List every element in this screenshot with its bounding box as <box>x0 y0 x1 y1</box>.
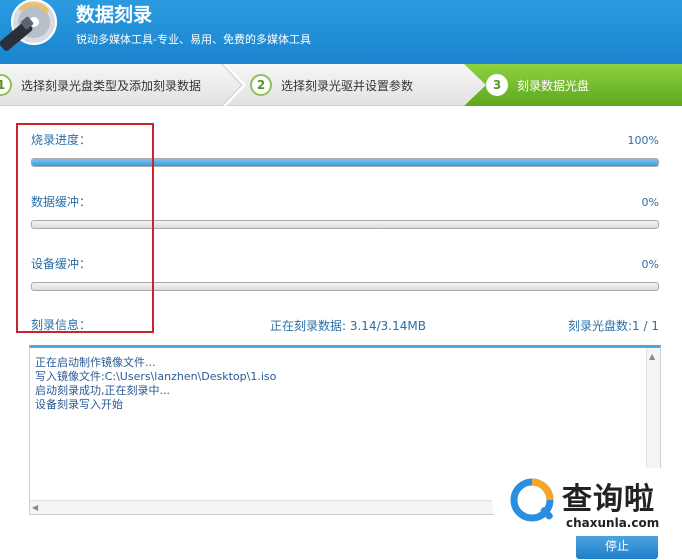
wizard-steps: 1 选择刻录光盘类型及添加刻录数据 2 选择刻录光驱并设置参数 3 刻录数据光盘 <box>0 64 682 106</box>
disc-count-status: 刻录光盘数:1 / 1 <box>568 319 659 333</box>
watermark-logo-icon <box>510 478 554 522</box>
burn-disc-logo-icon <box>0 0 57 51</box>
data-buffer-percent: 0% <box>641 196 659 209</box>
step-number: 3 <box>486 74 508 96</box>
step-number: 2 <box>250 74 272 96</box>
step-3: 3 刻录数据光盘 <box>486 64 589 106</box>
device-buffer-percent: 0% <box>641 258 659 271</box>
log-line: 设备刻录写入开始 <box>35 398 123 411</box>
log-line: 写入镜像文件:C:\Users\lanzhen\Desktop\1.iso <box>35 370 277 383</box>
burning-data-status: 正在刻录数据: 3.14/3.14MB <box>270 319 426 333</box>
step-label: 选择刻录光盘类型及添加刻录数据 <box>21 78 202 93</box>
app-title: 数据刻录 <box>76 4 153 26</box>
step-1: 1 选择刻录光盘类型及添加刻录数据 <box>0 64 201 106</box>
step-separator-icon <box>222 64 246 106</box>
watermark-text: 查询啦 <box>562 482 655 517</box>
scroll-up-arrow-icon[interactable]: ▲ <box>649 352 655 361</box>
step-label: 刻录数据光盘 <box>517 78 590 93</box>
highlight-annotation-box <box>16 123 154 333</box>
log-lines: 正在启动制作镜像文件... 写入镜像文件:C:\Users\lanzhen\De… <box>35 356 276 412</box>
scroll-left-arrow-icon[interactable]: ◀ <box>32 503 38 512</box>
step-2: 2 选择刻录光驱并设置参数 <box>250 64 413 106</box>
burn-progress-percent: 100% <box>627 134 659 147</box>
step-number: 1 <box>0 74 12 96</box>
watermark-url: chaxunla.com <box>566 516 660 530</box>
app-subtitle: 锐动多媒体工具-专业、易用、免费的多媒体工具 <box>76 33 311 46</box>
app-header: 数据刻录 锐动多媒体工具-专业、易用、免费的多媒体工具 <box>0 0 682 64</box>
step-label: 选择刻录光驱并设置参数 <box>281 78 414 93</box>
log-line: 正在启动制作镜像文件... <box>35 356 156 369</box>
watermark: 查询啦 chaxunla.com <box>492 468 682 536</box>
log-line: 启动刻录成功,正在刻录中... <box>35 384 170 397</box>
